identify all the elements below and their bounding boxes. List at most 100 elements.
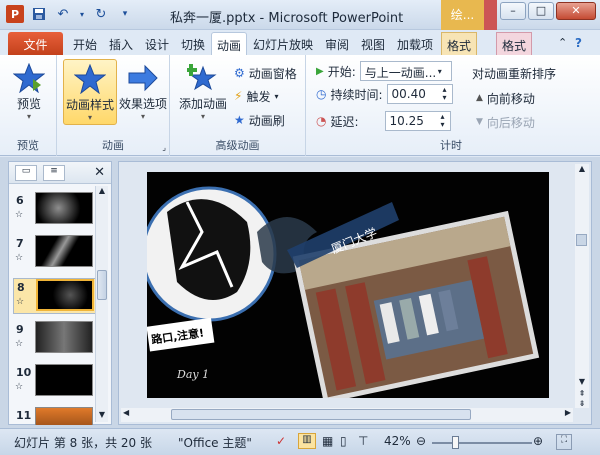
chevron-down-icon: ▾ <box>274 91 279 101</box>
chevron-down-icon[interactable]: ▾ <box>438 67 442 76</box>
slide-thumb-9[interactable]: 9 ☆ <box>13 321 97 357</box>
slideshow-view-icon[interactable]: ⊤ <box>358 434 368 448</box>
theme-name[interactable]: "Office 主题" <box>178 434 252 451</box>
tab-slideshow[interactable]: 幻灯片放映 <box>248 32 318 55</box>
tab-format-picture[interactable]: 格式 <box>496 32 533 55</box>
animation-painter-button[interactable]: ★ 动画刷 <box>234 110 285 130</box>
group-animation: 动画样式 ▾ 效果选项 ▾ 动画 ⌟ <box>57 55 170 156</box>
tab-format-drawing[interactable]: 格式 <box>441 32 478 55</box>
previous-slide-icon[interactable]: ⇞ <box>575 389 589 398</box>
scroll-left-icon[interactable]: ◀ <box>123 408 129 417</box>
start-row: ▶ 开始: 与上一动画... ▾ <box>316 61 452 81</box>
scroll-thumb[interactable] <box>171 409 471 420</box>
animation-star-icon: ☆ <box>15 253 24 263</box>
maximize-button[interactable]: □ <box>528 2 554 20</box>
redo-icon[interactable]: ↻ <box>92 5 110 23</box>
animation-star-icon: ☆ <box>15 382 24 392</box>
context-tab-picture[interactable] <box>484 0 497 30</box>
add-animation-button[interactable]: 添加动画 ▾ <box>174 59 232 125</box>
scroll-down-icon[interactable]: ▼ <box>96 410 108 422</box>
slide-artwork <box>147 186 540 398</box>
delay-row: ◔ 延迟: 10.25 ▴ ▾ <box>316 111 451 131</box>
move-earlier-button[interactable]: ▲ 向前移动 <box>476 88 535 108</box>
customize-toolbar-icon[interactable]: ▾ <box>116 5 134 23</box>
reading-view-icon[interactable]: ▯ <box>340 434 347 448</box>
normal-view-icon[interactable]: ▥ <box>298 433 316 449</box>
add-animation-icon <box>187 64 217 91</box>
spellcheck-icon[interactable]: ✓ <box>276 434 286 448</box>
lightning-icon: ⚡ <box>234 89 243 103</box>
scroll-up-icon[interactable]: ▲ <box>575 164 589 173</box>
triangle-up-icon: ▲ <box>476 93 483 103</box>
slides-pane: ▭ ≡ ✕ 6 ☆ 7 ☆ 8 ☆ 9 ☆ 10 ☆ 11 ▲ ▼ <box>8 161 112 425</box>
next-slide-icon[interactable]: ⇟ <box>575 399 589 408</box>
tab-transitions[interactable]: 切换 <box>176 32 210 55</box>
slides-tab[interactable]: ▭ <box>15 164 37 181</box>
delay-clock-icon: ◔ <box>316 114 327 128</box>
minimize-button[interactable]: – <box>500 2 526 20</box>
powerpoint-logo-icon[interactable]: P <box>6 5 24 23</box>
editor-horizontal-scrollbar[interactable]: ◀ ▶ <box>121 408 573 422</box>
trigger-button[interactable]: ⚡ 触发 ▾ <box>234 86 278 106</box>
painter-icon: ★ <box>234 113 245 127</box>
tab-review[interactable]: 审阅 <box>320 32 354 55</box>
zoom-in-icon[interactable]: ⊕ <box>533 434 543 448</box>
ribbon: 预览 ▾ 预览 动画样式 ▾ 效果选项 ▾ 动画 ⌟ 添加动画 ▾ ⚙ 动画窗格 <box>0 55 600 156</box>
scroll-thumb[interactable] <box>97 270 107 300</box>
help-icon[interactable]: ? <box>570 32 587 55</box>
scroll-thumb[interactable] <box>576 234 587 246</box>
tab-view[interactable]: 视图 <box>356 32 390 55</box>
effect-options-button[interactable]: 效果选项 ▾ <box>117 59 169 125</box>
group-advanced-animation: 添加动画 ▾ ⚙ 动画窗格 ⚡ 触发 ▾ ★ 动画刷 高级动画 <box>170 55 306 156</box>
undo-dropdown-icon[interactable]: ▾ <box>78 5 86 23</box>
window-controls: – □ ✕ <box>500 2 596 20</box>
thumb-image <box>36 279 94 311</box>
scroll-down-icon[interactable]: ▼ <box>575 377 589 386</box>
zoom-level[interactable]: 42% <box>384 434 411 448</box>
ribbon-tabs: 文件 开始 插入 设计 切换 动画 幻灯片放映 审阅 视图 加载项 格式 格式 … <box>0 30 600 55</box>
close-button[interactable]: ✕ <box>556 2 596 20</box>
slide-canvas[interactable]: 厦门大学 路口,注意! Day 1 <box>147 172 549 398</box>
thumb-image <box>35 192 93 224</box>
sorter-view-icon[interactable]: ▦ <box>322 434 333 448</box>
slides-scrollbar[interactable]: ▲ ▼ <box>95 186 108 422</box>
chevron-down-icon: ▾ <box>87 113 92 122</box>
zoom-slider[interactable] <box>432 436 532 449</box>
slide-thumb-11[interactable]: 11 <box>13 407 97 425</box>
tab-insert[interactable]: 插入 <box>104 32 138 55</box>
outline-tab[interactable]: ≡ <box>43 164 65 181</box>
fit-to-window-icon[interactable]: ⛶ <box>556 434 572 450</box>
slide-thumb-8[interactable]: 8 ☆ <box>13 278 97 314</box>
slide-thumb-7[interactable]: 7 ☆ <box>13 235 97 271</box>
undo-icon[interactable]: ↶ <box>54 5 72 23</box>
scroll-right-icon[interactable]: ▶ <box>565 408 571 417</box>
tab-animations[interactable]: 动画 <box>211 32 248 55</box>
slide-thumb-6[interactable]: 6 ☆ <box>13 192 97 228</box>
editor-vertical-scrollbar[interactable]: ▲ ▼ ⇞ ⇟ <box>575 164 589 408</box>
slide-counter: 幻灯片 第 8 张，共 20 张 <box>14 436 152 450</box>
animation-star-icon <box>74 64 106 94</box>
quick-access-toolbar: P ↶ ▾ ↻ ▾ <box>6 5 134 23</box>
group-label-preview: 预览 <box>17 139 39 152</box>
save-icon[interactable] <box>30 5 48 23</box>
animation-styles-button[interactable]: 动画样式 ▾ <box>63 59 117 125</box>
close-icon[interactable]: ✕ <box>94 165 105 180</box>
preview-button[interactable]: 预览 ▾ <box>4 59 54 125</box>
tab-file[interactable]: 文件 <box>8 32 63 55</box>
move-later-button[interactable]: ▼ 向后移动 <box>476 112 535 132</box>
group-label-advanced: 高级动画 <box>215 139 260 152</box>
tab-addins[interactable]: 加载项 <box>392 32 438 55</box>
duration-stepper[interactable]: ▴ ▾ <box>443 86 447 102</box>
delay-stepper[interactable]: ▴ ▾ <box>441 113 445 129</box>
chevron-down-icon: ▾ <box>200 112 205 121</box>
thumb-image <box>35 321 93 353</box>
tab-design[interactable]: 设计 <box>140 32 174 55</box>
zoom-out-icon[interactable]: ⊖ <box>416 434 426 448</box>
dialog-launcher-icon[interactable]: ⌟ <box>162 143 166 152</box>
zoom-slider-thumb[interactable] <box>452 436 459 449</box>
scroll-up-icon[interactable]: ▲ <box>96 186 108 198</box>
animation-pane-button[interactable]: ⚙ 动画窗格 <box>234 63 297 83</box>
slide-thumb-10[interactable]: 10 ☆ <box>13 364 97 400</box>
context-tab-drawing[interactable]: 绘... <box>441 0 484 30</box>
tab-home[interactable]: 开始 <box>68 32 102 55</box>
